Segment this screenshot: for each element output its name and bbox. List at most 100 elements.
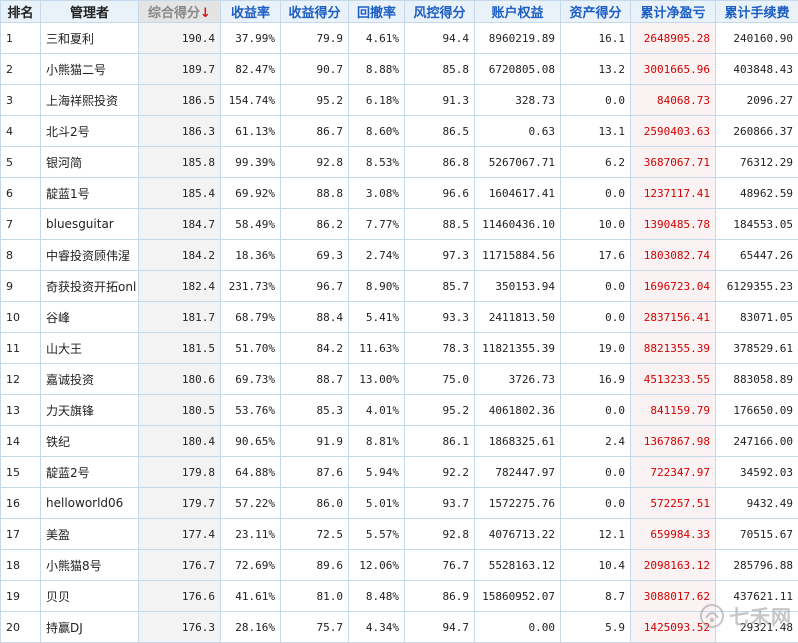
return-score-cell: 84.2: [281, 333, 349, 364]
header-return-rate[interactable]: 收益率: [221, 1, 281, 23]
return-rate-cell: 51.70%: [221, 333, 281, 364]
header-risk-score[interactable]: 风控得分: [405, 1, 475, 23]
table-row: 1三和夏利190.437.99%79.94.61%94.48960219.891…: [1, 23, 798, 54]
return-score-cell: 88.8: [281, 178, 349, 209]
return-score-cell: 88.7: [281, 364, 349, 395]
manager-name-cell[interactable]: 铁纪: [41, 426, 139, 457]
table-row: 2小熊猫二号189.782.47%90.78.88%85.86720805.08…: [1, 54, 798, 85]
asset-score-cell: 17.6: [561, 240, 631, 271]
return-rate-cell: 82.47%: [221, 54, 281, 85]
table-row: 15靛蓝2号179.864.88%87.65.94%92.2782447.970…: [1, 457, 798, 488]
return-score-cell: 72.5: [281, 519, 349, 550]
equity-cell: 1604617.41: [475, 178, 561, 209]
risk-score-cell: 75.0: [405, 364, 475, 395]
net-profit-cell: 8821355.39: [631, 333, 716, 364]
manager-name-cell[interactable]: 谷峰: [41, 302, 139, 333]
return-rate-cell: 99.39%: [221, 147, 281, 178]
risk-score-cell: 95.2: [405, 395, 475, 426]
fees-cell: 437621.11: [716, 581, 798, 612]
header-composite-score[interactable]: 综合得分↓: [139, 1, 221, 23]
manager-name-cell[interactable]: 北斗2号: [41, 116, 139, 147]
net-profit-cell: 2098163.12: [631, 550, 716, 581]
return-score-cell: 87.6: [281, 457, 349, 488]
header-net-profit[interactable]: 累计净盈亏: [631, 1, 716, 23]
net-profit-cell: 572257.51: [631, 488, 716, 519]
net-profit-cell: 3687067.71: [631, 147, 716, 178]
manager-name-cell[interactable]: 贝贝: [41, 581, 139, 612]
equity-cell: 8960219.89: [475, 23, 561, 54]
manager-name-cell[interactable]: 嘉诚投资: [41, 364, 139, 395]
manager-name-cell[interactable]: 银河简: [41, 147, 139, 178]
manager-name-cell[interactable]: 上海祥熙投资: [41, 85, 139, 116]
asset-score-cell: 0.0: [561, 488, 631, 519]
table-row: 9奇获投资开拓onl182.4231.73%96.78.90%85.735015…: [1, 271, 798, 302]
manager-name-cell[interactable]: 小熊猫8号: [41, 550, 139, 581]
return-score-cell: 91.9: [281, 426, 349, 457]
drawdown-cell: 8.48%: [349, 581, 405, 612]
asset-score-cell: 13.2: [561, 54, 631, 85]
manager-name-cell[interactable]: 山大王: [41, 333, 139, 364]
return-rate-cell: 64.88%: [221, 457, 281, 488]
return-rate-cell: 154.74%: [221, 85, 281, 116]
return-rate-cell: 69.73%: [221, 364, 281, 395]
fees-cell: 285796.88: [716, 550, 798, 581]
manager-name-cell[interactable]: 中睿投资顾伟湦: [41, 240, 139, 271]
equity-cell: 1572275.76: [475, 488, 561, 519]
drawdown-cell: 5.01%: [349, 488, 405, 519]
equity-cell: 4076713.22: [475, 519, 561, 550]
composite-score-cell: 180.6: [139, 364, 221, 395]
composite-score-cell: 179.8: [139, 457, 221, 488]
return-score-cell: 69.3: [281, 240, 349, 271]
drawdown-cell: 4.61%: [349, 23, 405, 54]
manager-name-cell[interactable]: 美盈: [41, 519, 139, 550]
composite-score-cell: 184.7: [139, 209, 221, 240]
manager-name-cell[interactable]: helloworld06: [41, 488, 139, 519]
equity-cell: 15860952.07: [475, 581, 561, 612]
manager-name-cell[interactable]: 奇获投资开拓onl: [41, 271, 139, 302]
table-row: 6靛蓝1号185.469.92%88.83.08%96.61604617.410…: [1, 178, 798, 209]
manager-name-cell[interactable]: 靛蓝1号: [41, 178, 139, 209]
drawdown-cell: 4.01%: [349, 395, 405, 426]
return-rate-cell: 23.11%: [221, 519, 281, 550]
table-row: 3上海祥熙投资186.5154.74%95.26.18%91.3328.730.…: [1, 85, 798, 116]
manager-name-cell[interactable]: 力天旗锋: [41, 395, 139, 426]
header-fees[interactable]: 累计手续费: [716, 1, 798, 23]
rank-cell: 7: [1, 209, 41, 240]
composite-score-cell: 189.7: [139, 54, 221, 85]
composite-score-cell: 176.7: [139, 550, 221, 581]
return-score-cell: 86.7: [281, 116, 349, 147]
manager-name-cell[interactable]: 靛蓝2号: [41, 457, 139, 488]
risk-score-cell: 88.5: [405, 209, 475, 240]
composite-score-cell: 184.2: [139, 240, 221, 271]
header-equity[interactable]: 账户权益: [475, 1, 561, 23]
rank-cell: 6: [1, 178, 41, 209]
net-profit-cell: 659984.33: [631, 519, 716, 550]
equity-cell: 782447.97: [475, 457, 561, 488]
composite-score-cell: 186.5: [139, 85, 221, 116]
asset-score-cell: 16.9: [561, 364, 631, 395]
asset-score-cell: 19.0: [561, 333, 631, 364]
header-drawdown[interactable]: 回撤率: [349, 1, 405, 23]
drawdown-cell: 8.90%: [349, 271, 405, 302]
manager-name-cell[interactable]: 小熊猫二号: [41, 54, 139, 85]
rank-cell: 18: [1, 550, 41, 581]
return-rate-cell: 41.61%: [221, 581, 281, 612]
header-return-score[interactable]: 收益得分: [281, 1, 349, 23]
risk-score-cell: 92.8: [405, 519, 475, 550]
rank-cell: 19: [1, 581, 41, 612]
header-asset-score[interactable]: 资产得分: [561, 1, 631, 23]
fees-cell: 883058.89: [716, 364, 798, 395]
fees-cell: 76312.29: [716, 147, 798, 178]
asset-score-cell: 10.4: [561, 550, 631, 581]
composite-score-cell: 181.5: [139, 333, 221, 364]
manager-name-cell[interactable]: bluesguitar: [41, 209, 139, 240]
fees-cell: 6129355.23: [716, 271, 798, 302]
net-profit-cell: 3088017.62: [631, 581, 716, 612]
manager-name-cell[interactable]: 三和夏利: [41, 23, 139, 54]
net-profit-cell: 2648905.28: [631, 23, 716, 54]
risk-score-cell: 85.7: [405, 271, 475, 302]
net-profit-cell: 4513233.55: [631, 364, 716, 395]
risk-score-cell: 96.6: [405, 178, 475, 209]
asset-score-cell: 0.0: [561, 178, 631, 209]
equity-cell: 0.63: [475, 116, 561, 147]
